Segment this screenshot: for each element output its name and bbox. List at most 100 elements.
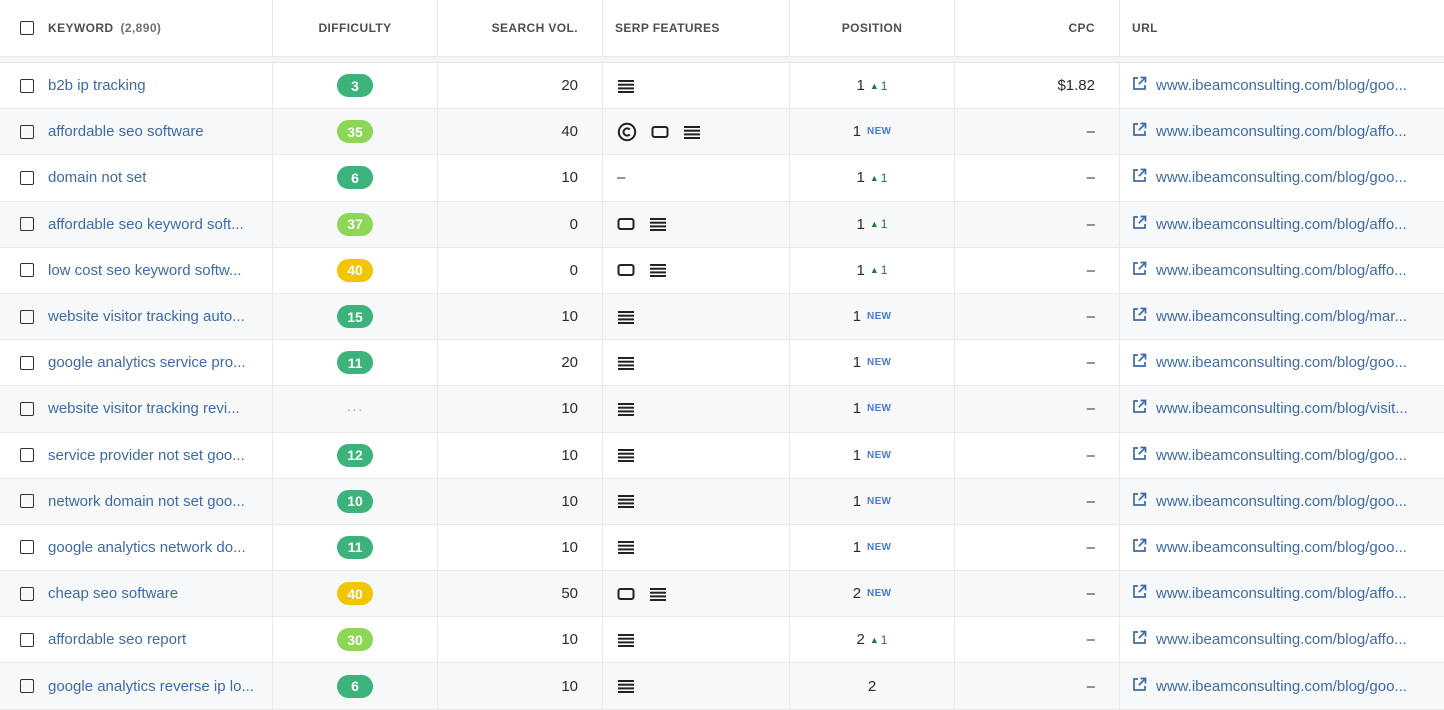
external-link-icon[interactable] — [1132, 307, 1147, 326]
cpc-value: – — [1086, 400, 1095, 418]
difficulty-badge: 35 — [337, 120, 373, 144]
url-link[interactable]: www.ibeamconsulting.com/blog/affo... — [1156, 262, 1407, 279]
header-difficulty[interactable]: DIFFICULTY — [273, 0, 438, 56]
trend-up-icon: ▲ — [869, 219, 879, 230]
keyword-cell: low cost seo keyword softw... — [0, 247, 273, 293]
url-link[interactable]: www.ibeamconsulting.com/blog/mar... — [1156, 308, 1407, 325]
row-checkbox[interactable] — [20, 124, 34, 139]
cpc-value: $1.82 — [1057, 77, 1095, 95]
url-link[interactable]: www.ibeamconsulting.com/blog/goo... — [1156, 169, 1407, 186]
search-volume-cell: 10 — [438, 617, 603, 663]
row-checkbox[interactable] — [20, 170, 34, 185]
table-row: network domain not set goo... 10 10 1 NEW… — [0, 478, 1444, 525]
external-link-icon[interactable] — [1132, 584, 1147, 603]
keyword-link[interactable]: affordable seo report — [48, 631, 186, 648]
header-cpc[interactable]: CPC — [955, 0, 1120, 56]
position-cell: 1 ▲ 1 — [790, 247, 955, 293]
difficulty-badge: 10 — [337, 489, 373, 513]
search-volume-cell: 0 — [438, 247, 603, 293]
difficulty-cell: 6 — [273, 663, 438, 709]
keyword-link[interactable]: google analytics reverse ip lo... — [48, 678, 254, 695]
header-search-volume[interactable]: SEARCH VOL. — [438, 0, 603, 56]
row-checkbox[interactable] — [20, 78, 34, 93]
keyword-link[interactable]: low cost seo keyword softw... — [48, 262, 241, 279]
url-link[interactable]: www.ibeamconsulting.com/blog/affo... — [1156, 631, 1407, 648]
external-link-icon[interactable] — [1132, 76, 1147, 95]
external-link-icon[interactable] — [1132, 446, 1147, 465]
header-url[interactable]: URL — [1120, 0, 1444, 56]
header-keyword[interactable]: KEYWORD (2,890) — [0, 0, 273, 56]
external-link-icon[interactable] — [1132, 492, 1147, 511]
cpc-cell: – — [955, 340, 1120, 386]
row-checkbox[interactable] — [20, 217, 34, 232]
keyword-link[interactable]: network domain not set goo... — [48, 493, 245, 510]
header-serp-features[interactable]: SERP FEATURES — [603, 0, 790, 56]
header-cpc-label: CPC — [1068, 21, 1095, 35]
row-checkbox[interactable] — [20, 632, 34, 647]
external-link-icon[interactable] — [1132, 677, 1147, 696]
external-link-icon[interactable] — [1132, 168, 1147, 187]
row-checkbox[interactable] — [20, 448, 34, 463]
external-link-icon[interactable] — [1132, 399, 1147, 418]
search-volume: 10 — [561, 446, 578, 464]
row-checkbox[interactable] — [20, 494, 34, 509]
row-checkbox[interactable] — [20, 263, 34, 278]
external-link-icon[interactable] — [1132, 122, 1147, 141]
row-checkbox[interactable] — [20, 540, 34, 555]
position-value: 1 — [856, 169, 865, 187]
header-position[interactable]: POSITION — [790, 0, 955, 56]
external-link-icon[interactable] — [1132, 215, 1147, 234]
url-link[interactable]: www.ibeamconsulting.com/blog/affo... — [1156, 216, 1407, 233]
url-link[interactable]: www.ibeamconsulting.com/blog/affo... — [1156, 123, 1407, 140]
position-change: 1 — [880, 632, 888, 647]
table-row: b2b ip tracking 3 20 1 ▲ 1 $1.82 www.ibeam… — [0, 63, 1444, 110]
header-serp-features-label: SERP FEATURES — [615, 21, 720, 35]
keyword-link[interactable]: cheap seo software — [48, 585, 178, 602]
external-link-icon[interactable] — [1132, 630, 1147, 649]
url-link[interactable]: www.ibeamconsulting.com/blog/visit... — [1156, 400, 1408, 417]
keyword-link[interactable]: b2b ip tracking — [48, 77, 146, 94]
url-link[interactable]: www.ibeamconsulting.com/blog/goo... — [1156, 77, 1407, 94]
serp-empty: – — [617, 169, 626, 187]
url-cell: www.ibeamconsulting.com/blog/affo... — [1120, 571, 1444, 616]
keyword-link[interactable]: google analytics network do... — [48, 539, 246, 556]
search-volume-cell: 50 — [438, 571, 603, 617]
position-cell: 1 NEW — [790, 432, 955, 478]
search-volume-cell: 40 — [438, 109, 603, 155]
cpc-value: – — [1086, 585, 1095, 603]
url-link[interactable]: www.ibeamconsulting.com/blog/goo... — [1156, 447, 1407, 464]
keyword-link[interactable]: affordable seo software — [48, 123, 204, 140]
url-link[interactable]: www.ibeamconsulting.com/blog/affo... — [1156, 585, 1407, 602]
cpc-cell: – — [955, 386, 1120, 432]
position-cell: 2 NEW — [790, 571, 955, 617]
row-checkbox[interactable] — [20, 679, 34, 694]
cpc-cell: – — [955, 478, 1120, 524]
list-icon — [649, 587, 667, 601]
snippet-icon — [617, 587, 635, 601]
url-link[interactable]: www.ibeamconsulting.com/blog/goo... — [1156, 678, 1407, 695]
url-link[interactable]: www.ibeamconsulting.com/blog/goo... — [1156, 539, 1407, 556]
search-volume-cell: 10 — [438, 293, 603, 340]
select-all-checkbox[interactable] — [20, 21, 34, 35]
row-checkbox[interactable] — [20, 355, 34, 370]
url-cell: www.ibeamconsulting.com/blog/visit... — [1120, 386, 1444, 431]
keyword-link[interactable]: website visitor tracking auto... — [48, 308, 245, 325]
row-checkbox[interactable] — [20, 586, 34, 601]
table-row: website visitor tracking auto... 15 10 1… — [0, 293, 1444, 341]
url-link[interactable]: www.ibeamconsulting.com/blog/goo... — [1156, 493, 1407, 510]
search-volume: 10 — [561, 169, 578, 187]
keyword-link[interactable]: service provider not set goo... — [48, 447, 245, 464]
keyword-link[interactable]: website visitor tracking revi... — [48, 400, 240, 417]
keywords-table: KEYWORD (2,890) DIFFICULTY SEARCH VOL. S… — [0, 0, 1444, 710]
keyword-link[interactable]: domain not set — [48, 169, 146, 186]
row-checkbox[interactable] — [20, 401, 34, 416]
url-link[interactable]: www.ibeamconsulting.com/blog/goo... — [1156, 354, 1407, 371]
keyword-link[interactable]: affordable seo keyword soft... — [48, 216, 244, 233]
external-link-icon[interactable] — [1132, 261, 1147, 280]
external-link-icon[interactable] — [1132, 353, 1147, 372]
external-link-icon[interactable] — [1132, 538, 1147, 557]
row-checkbox[interactable] — [20, 309, 34, 324]
keyword-link[interactable]: google analytics service pro... — [48, 354, 246, 371]
position-cell: 1 NEW — [790, 293, 955, 340]
search-volume: 10 — [561, 677, 578, 695]
